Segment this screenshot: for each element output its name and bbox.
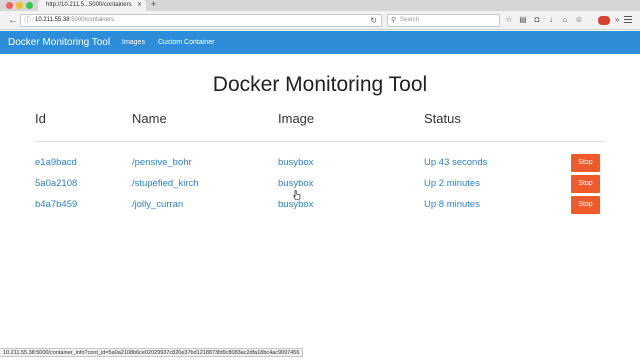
stop-button[interactable]: Stop xyxy=(571,175,600,193)
tab-title: http://10.211.5...5000/containers xyxy=(46,2,132,8)
addon-icon[interactable] xyxy=(598,16,610,25)
nav-link-images[interactable]: Images xyxy=(122,31,145,54)
site-info-icon[interactable]: ⓘ xyxy=(24,15,31,26)
column-header-name: Name xyxy=(132,111,167,126)
container-name-link[interactable]: /pensive_bohr xyxy=(132,154,192,172)
home-icon[interactable]: ⌂ xyxy=(560,15,570,25)
nav-link-custom-container[interactable]: Custom Container xyxy=(158,31,214,54)
bookmark-star-icon[interactable]: ☆ xyxy=(504,15,514,25)
new-tab-icon[interactable]: + xyxy=(151,0,156,10)
container-status-link[interactable]: Up 43 seconds xyxy=(424,154,487,172)
column-header-image: Image xyxy=(278,111,315,126)
window-minimize-button[interactable] xyxy=(16,2,23,9)
search-icon: ⚲ xyxy=(391,17,397,24)
table-header-divider xyxy=(35,141,605,142)
column-header-status: Status xyxy=(424,111,461,126)
container-status-link[interactable]: Up 2 minutes xyxy=(424,175,480,193)
browser-toolbar: ← ⓘ 10.211.55.38:5000/containers ↻ ⚲ Sea… xyxy=(0,11,640,30)
link-status-bar: 10.211.55.38:5000/container_info?cont_id… xyxy=(0,348,304,357)
window-close-button[interactable] xyxy=(6,2,13,9)
hand-cursor-icon xyxy=(293,190,301,200)
container-status-link[interactable]: Up 8 minutes xyxy=(424,196,480,214)
container-id-link[interactable]: e1a9bacd xyxy=(35,154,77,172)
navbar-brand[interactable]: Docker Monitoring Tool xyxy=(8,31,110,54)
tab-close-icon[interactable]: ✕ xyxy=(137,0,142,10)
overflow-icon[interactable]: » xyxy=(612,15,622,25)
url-path: :5000/containers xyxy=(69,17,114,23)
table-row: 5a0a2108 /stupefied_kirch busybox Up 2 m… xyxy=(0,175,640,196)
container-name-link[interactable]: /jolly_curran xyxy=(132,196,183,214)
reading-list-icon[interactable]: ▤ xyxy=(518,15,528,25)
table-row: e1a9bacd /pensive_bohr busybox Up 43 sec… xyxy=(0,154,640,175)
container-id-link[interactable]: b4a7b459 xyxy=(35,196,77,214)
app-navbar: Docker Monitoring Tool Images Custom Con… xyxy=(0,31,640,54)
reload-icon[interactable]: ↻ xyxy=(370,15,377,26)
column-header-id: Id xyxy=(35,111,46,126)
browser-tab[interactable]: http://10.211.5...5000/containers ✕ xyxy=(38,0,146,11)
stop-button[interactable]: Stop xyxy=(571,154,600,172)
browser-tab-strip: http://10.211.5...5000/containers ✕ + xyxy=(0,0,640,11)
container-id-link[interactable]: 5a0a2108 xyxy=(35,175,77,193)
menu-icon[interactable] xyxy=(624,16,632,25)
search-input[interactable]: ⚲ Search xyxy=(387,14,500,27)
downloads-icon[interactable]: ↓ xyxy=(546,15,556,25)
window-zoom-button[interactable] xyxy=(26,2,33,9)
address-bar[interactable]: ⓘ 10.211.55.38:5000/containers ↻ xyxy=(20,14,382,27)
stop-button[interactable]: Stop xyxy=(571,196,600,214)
page-title: Docker Monitoring Tool xyxy=(212,73,428,96)
search-placeholder: Search xyxy=(400,17,420,23)
pocket-icon[interactable]: ◘ xyxy=(532,15,542,25)
table-row: b4a7b459 /jolly_curran busybox Up 8 minu… xyxy=(0,196,640,217)
back-arrow-icon[interactable]: ← xyxy=(8,15,18,26)
chat-icon[interactable]: ☺ xyxy=(574,15,584,25)
container-image-link[interactable]: busybox xyxy=(278,154,313,172)
container-name-link[interactable]: /stupefied_kirch xyxy=(132,175,199,193)
url-host: 10.211.55.38 xyxy=(35,17,70,23)
